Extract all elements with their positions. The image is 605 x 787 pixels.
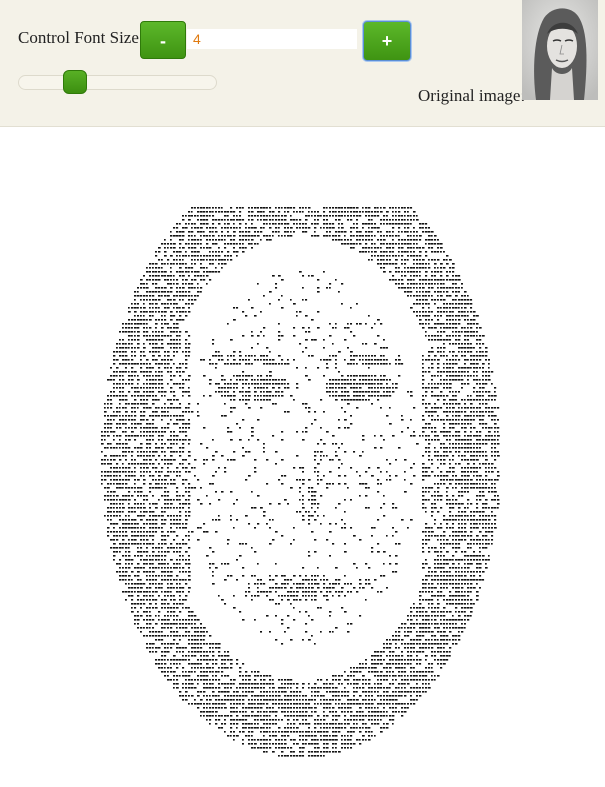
decrease-font-size-button[interactable]: - (140, 21, 186, 59)
slider-handle[interactable] (63, 70, 87, 94)
toolbar: Control Font Size: - + Original image: (0, 0, 605, 127)
font-size-label: Control Font Size: (18, 28, 144, 47)
font-size-input[interactable] (187, 29, 357, 49)
original-image-label: Original image: (418, 86, 526, 105)
increase-font-size-button[interactable]: + (363, 21, 411, 61)
font-size-slider[interactable] (18, 70, 217, 94)
ascii-art-canvas (0, 127, 605, 787)
ascii-portrait (101, 207, 500, 757)
original-image-thumbnail (522, 0, 598, 100)
